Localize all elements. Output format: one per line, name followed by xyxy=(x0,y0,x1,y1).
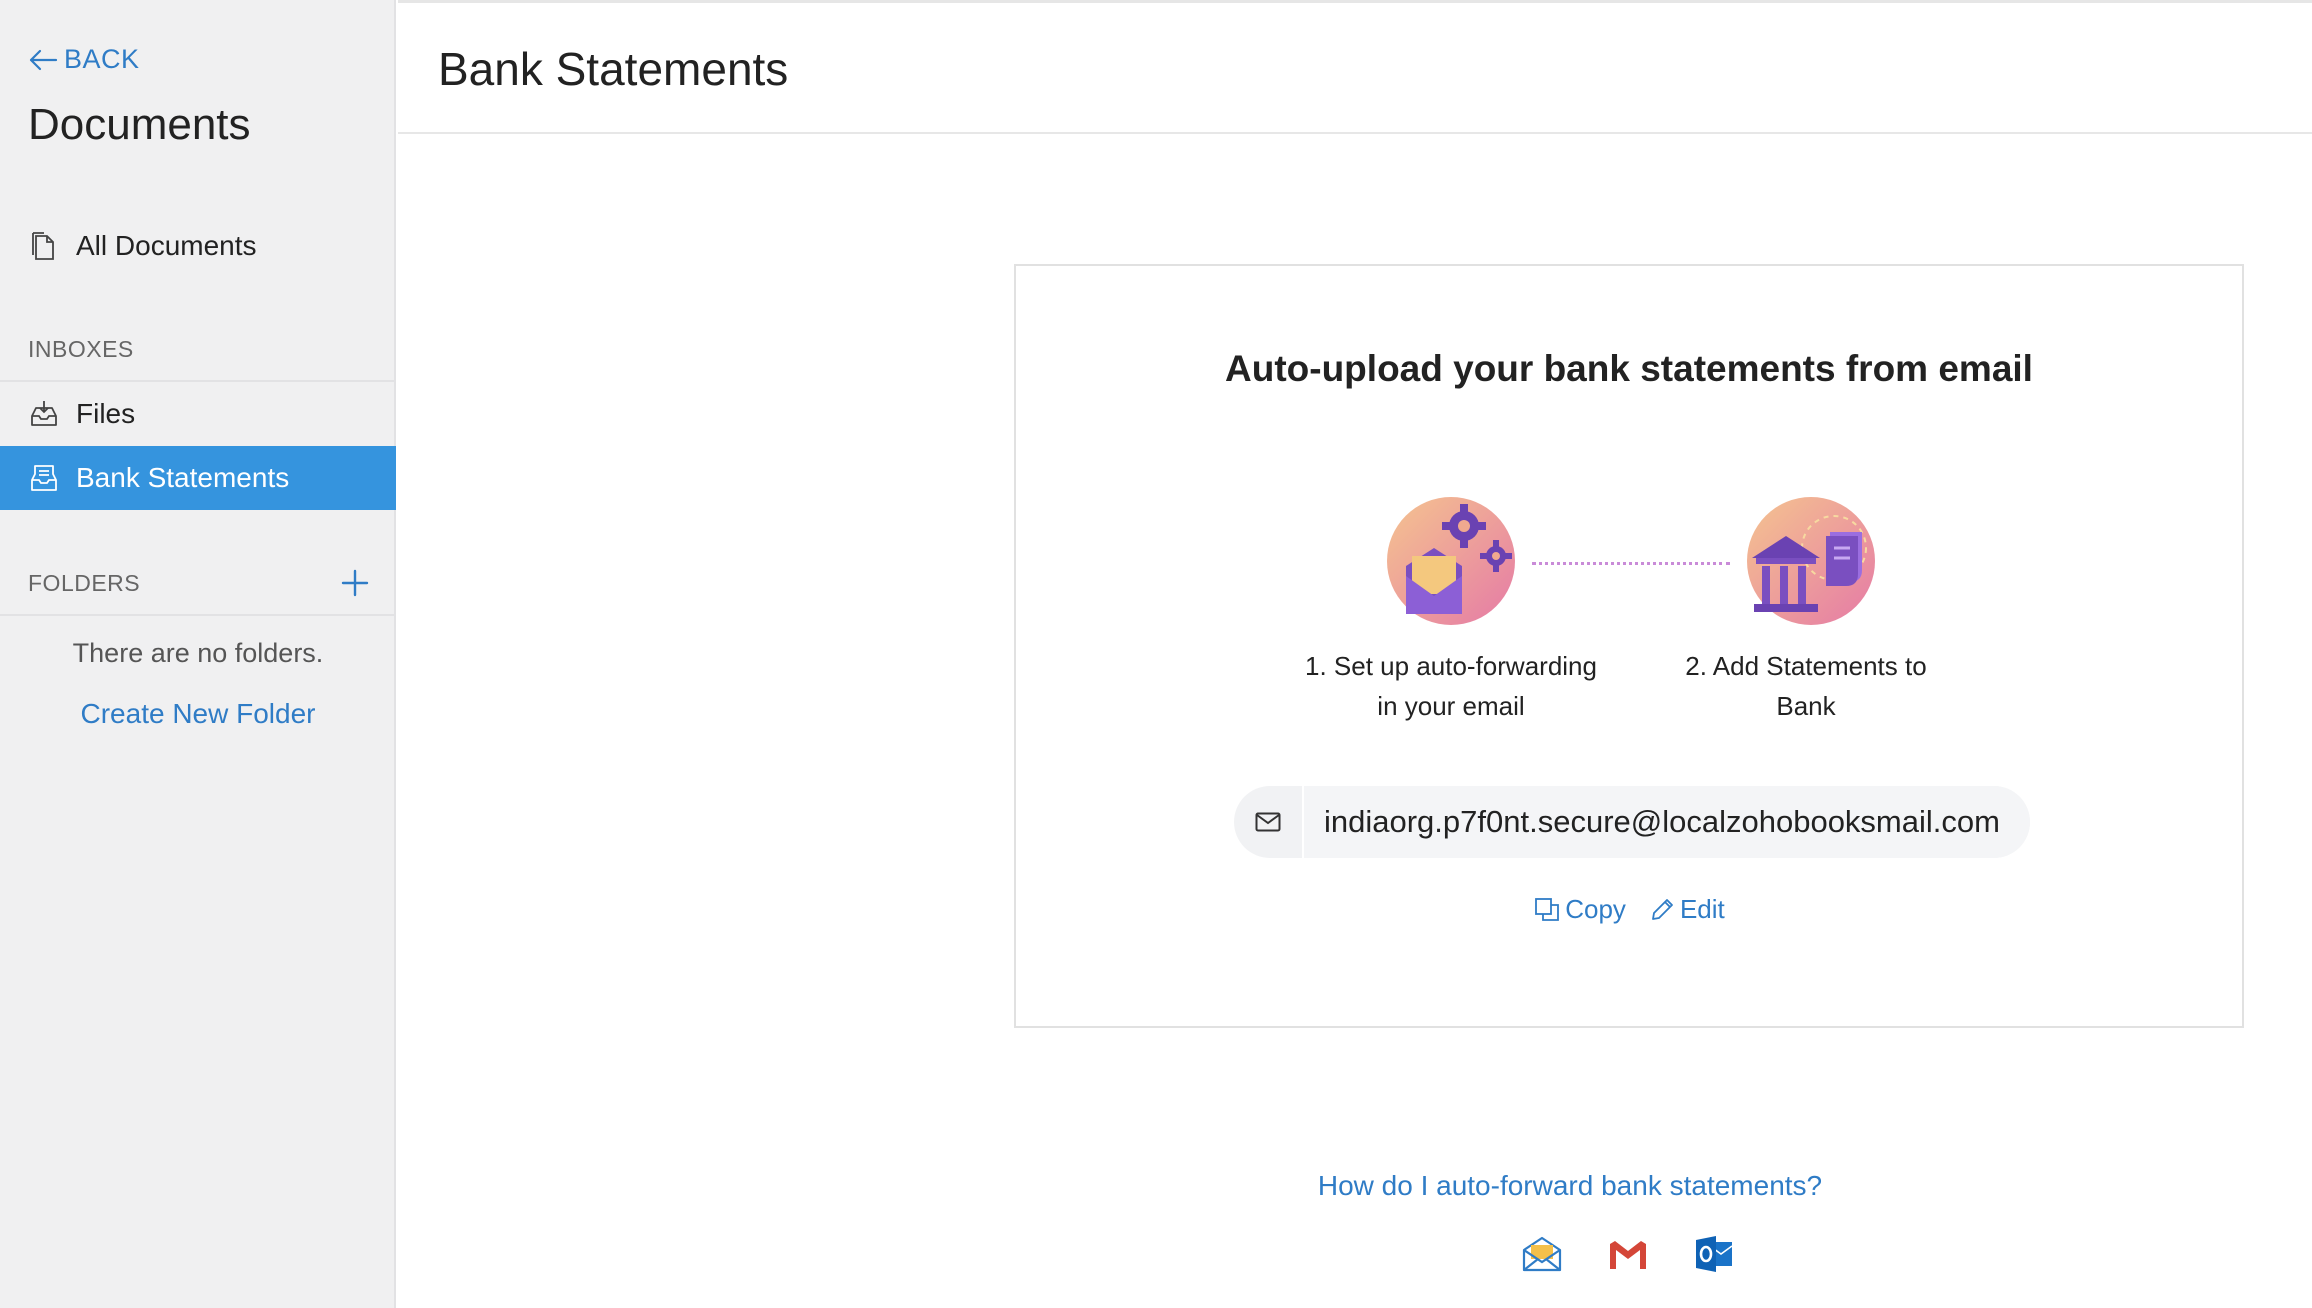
step-1-line-1: 1. Set up auto-forwarding xyxy=(1305,651,1597,681)
forwarding-email-box: indiaorg.p7f0nt.secure@localzohobooksmai… xyxy=(1234,786,2030,858)
statement-inbox-icon xyxy=(31,465,57,491)
step-2-label: 2. Add Statements to Bank xyxy=(1646,646,1966,726)
step-1-line-2: in your email xyxy=(1377,691,1525,721)
card-title: Auto-upload your bank statements from em… xyxy=(1225,348,2033,389)
step-2-line-2: Bank xyxy=(1776,691,1836,721)
inbox-icon xyxy=(31,401,57,426)
envelope-icon xyxy=(1255,812,1281,832)
create-new-folder-link[interactable]: Create New Folder xyxy=(0,698,396,730)
auto-upload-card: Auto-upload your bank statements from em… xyxy=(1014,264,2244,1028)
sidebar-item-label: All Documents xyxy=(76,230,257,261)
sidebar-item-all-documents[interactable]: All Documents xyxy=(0,214,396,278)
step-2-line-1: 2. Add Statements to xyxy=(1685,651,1927,681)
page-header: Bank Statements xyxy=(398,0,2312,134)
page-title: Bank Statements xyxy=(438,43,789,95)
add-folder-plus-icon[interactable] xyxy=(340,568,370,598)
copy-label: Copy xyxy=(1565,894,1626,924)
email-provider-icons xyxy=(1520,1232,1736,1276)
sidebar-item-files[interactable]: Files xyxy=(0,382,396,446)
inboxes-section-label: INBOXES xyxy=(28,336,134,362)
sidebar: BACK Documents All Documents INBOXES Fil… xyxy=(0,0,396,1308)
generic-mail-icon[interactable] xyxy=(1520,1232,1564,1276)
back-label: BACK xyxy=(64,44,140,74)
edit-button[interactable]: Edit xyxy=(1648,894,1725,925)
arrow-left-icon xyxy=(29,49,58,70)
copy-icon xyxy=(1535,897,1560,921)
sidebar-item-label: Files xyxy=(76,398,136,429)
sidebar-item-label: Bank Statements xyxy=(76,462,290,493)
auto-forward-help-link[interactable]: How do I auto-forward bank statements? xyxy=(888,1170,1822,1201)
folders-section-label: FOLDERS xyxy=(28,570,141,596)
sidebar-title: Documents xyxy=(28,100,251,149)
sidebar-item-bank-statements[interactable]: Bank Statements xyxy=(0,446,396,510)
edit-label: Edit xyxy=(1679,894,1725,924)
copy-button[interactable]: Copy xyxy=(1533,894,1626,925)
documents-icon xyxy=(32,232,54,260)
divider xyxy=(0,614,396,616)
bank-statements-icon xyxy=(1747,497,1875,625)
step-connector xyxy=(1532,562,1730,565)
auto-forward-setup-icon xyxy=(1387,497,1515,625)
help-section: How do I auto-forward bank statements? xyxy=(398,1170,2312,1202)
pencil-icon xyxy=(1652,898,1673,920)
no-folders-message: There are no folders. xyxy=(72,638,324,668)
forwarding-email-address[interactable]: indiaorg.p7f0nt.secure@localzohobooksmai… xyxy=(1302,786,2030,858)
outlook-icon[interactable] xyxy=(1692,1232,1736,1276)
email-icon-wrap xyxy=(1234,786,1302,858)
step-1-label: 1. Set up auto-forwarding in your email xyxy=(1291,646,1611,726)
gmail-icon[interactable] xyxy=(1606,1232,1650,1276)
back-link[interactable]: BACK xyxy=(28,44,140,75)
email-actions: Copy Edit xyxy=(1016,894,2242,925)
